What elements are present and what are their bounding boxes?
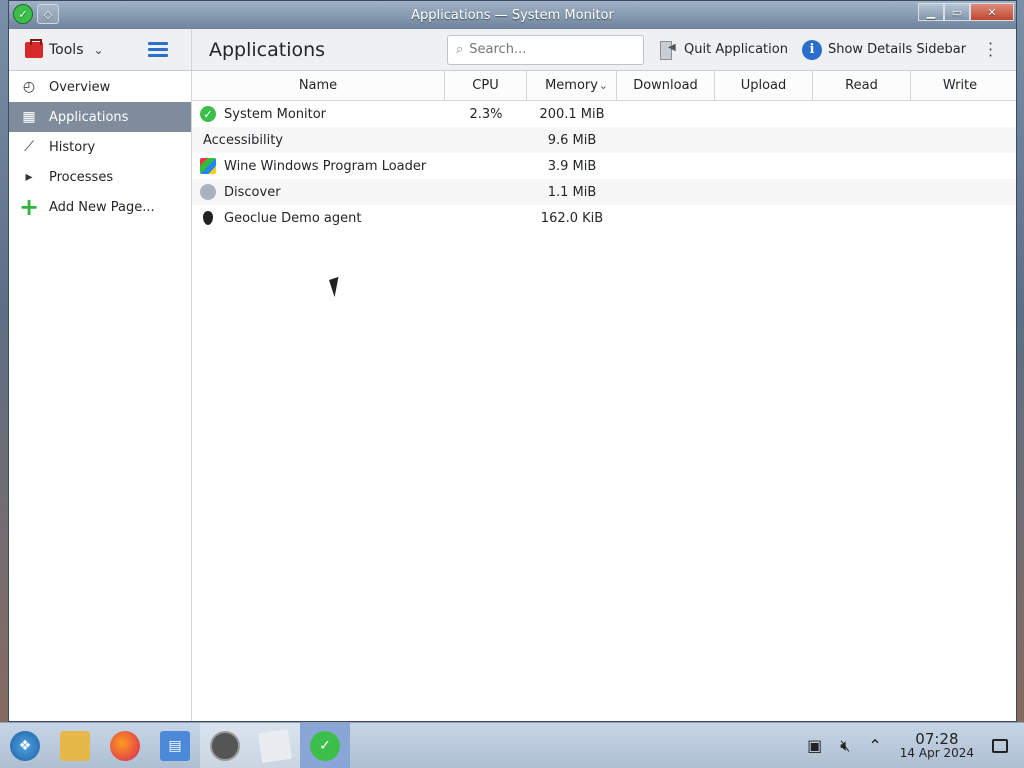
toolbox-icon [25, 38, 43, 58]
sidebar-item-processes[interactable]: ▸ Processes [9, 162, 191, 192]
hamburger-menu-icon[interactable] [147, 42, 168, 57]
title-bar[interactable]: ✓ ◇ Applications — System Monitor ▁ ▭ ✕ [9, 1, 1016, 29]
taskbar-blank-app[interactable] [250, 722, 300, 768]
keep-above-icon[interactable]: ◇ [37, 4, 59, 24]
column-header-download[interactable]: Download [617, 71, 715, 100]
column-header-name[interactable]: Name [192, 71, 445, 100]
quit-icon [658, 40, 678, 60]
row-memory: 1.1 MiB [547, 184, 597, 200]
system-monitor-window: ✓ ◇ Applications — System Monitor ▁ ▭ ✕ … [8, 0, 1017, 722]
row-name: Accessibility [203, 132, 283, 148]
file-manager-icon [60, 730, 90, 761]
taskbar-compass[interactable] [200, 722, 250, 768]
search-input[interactable] [469, 42, 630, 57]
row-name: Discover [224, 184, 281, 200]
table-header: Name CPU Memory ⌄ Download Upload Read W… [192, 71, 1016, 101]
row-memory: 162.0 KiB [540, 210, 604, 226]
quit-label: Quit Application [684, 42, 788, 57]
compass-icon [210, 730, 240, 761]
start-menu-button[interactable]: ❖ [0, 723, 50, 768]
gauge-icon: ◴ [22, 79, 36, 95]
wine-icon [200, 158, 216, 174]
show-details-sidebar-button[interactable]: i Show Details Sidebar [801, 39, 967, 60]
system-monitor-icon: ✓ [310, 730, 340, 761]
row-memory: 3.9 MiB [547, 158, 597, 174]
show-desktop-icon[interactable] [992, 738, 1008, 753]
firefox-icon [110, 730, 140, 761]
system-monitor-icon: ✓ [200, 106, 216, 122]
sidebar-item-label: Add New Page... [49, 199, 155, 215]
sidebar-item-applications[interactable]: ▦ Applications [9, 102, 191, 132]
row-name: Geoclue Demo agent [224, 210, 362, 226]
column-header-cpu[interactable]: CPU [445, 71, 527, 100]
close-button[interactable]: ✕ [970, 3, 1014, 21]
network-icon: ▤ [160, 730, 190, 761]
sidebar-item-label: History [49, 139, 96, 155]
search-field[interactable]: ⌕ [447, 34, 644, 65]
terminal-icon: ▸ [25, 169, 33, 185]
row-cpu [445, 205, 527, 231]
table-row[interactable]: Accessibility 9.6 MiB [192, 127, 1016, 153]
table-row[interactable]: Discover 1.1 MiB [192, 179, 1016, 205]
sidebar-item-overview[interactable]: ◴ Overview [9, 72, 191, 102]
column-header-upload[interactable]: Upload [715, 71, 813, 100]
table-row[interactable]: Wine Windows Program Loader 3.9 MiB [192, 153, 1016, 179]
discover-icon [200, 184, 216, 200]
row-name: System Monitor [224, 106, 327, 122]
table-row[interactable]: ✓ System Monitor 2.3% 200.1 MiB [192, 101, 1016, 127]
sidebar-item-label: Processes [49, 169, 114, 185]
row-cpu: 2.3% [469, 106, 503, 122]
volume-muted-icon[interactable]: 🔇︎ [840, 736, 850, 756]
sidebar-item-label: Applications [49, 109, 129, 125]
tools-label: Tools [49, 41, 84, 58]
table-row[interactable]: Geoclue Demo agent 162.0 KiB [192, 205, 1016, 231]
quit-application-button[interactable]: Quit Application [658, 40, 788, 60]
row-cpu [445, 153, 527, 179]
applications-table: Name CPU Memory ⌄ Download Upload Read W… [192, 71, 1016, 721]
app-menu-icon[interactable]: ✓ [13, 4, 33, 24]
chevron-up-icon[interactable]: ⌃ [868, 736, 881, 755]
details-label: Show Details Sidebar [827, 42, 967, 57]
search-icon: ⌕ [456, 42, 464, 57]
page-title: Applications [209, 38, 326, 61]
column-header-memory-label: Memory [545, 78, 598, 93]
clock-date: 14 Apr 2024 [899, 745, 974, 760]
taskbar-system-monitor[interactable]: ✓ [300, 722, 350, 768]
sidebar: ◴ Overview ▦ Applications ⟋ History ▸ Pr… [9, 71, 192, 721]
row-name: Wine Windows Program Loader [224, 158, 427, 174]
chart-icon: ⟋ [24, 139, 34, 155]
column-header-read[interactable]: Read [813, 71, 911, 100]
maximize-button[interactable]: ▭ [944, 3, 970, 21]
clock[interactable]: 07:28 14 Apr 2024 [899, 729, 974, 760]
sidebar-item-add-new-page[interactable]: + Add New Page... [9, 192, 191, 222]
toolbar: Tools ⌄ Applications ⌕ Quit Application … [9, 29, 1016, 71]
geoclue-icon [200, 210, 216, 226]
taskbar-firefox[interactable] [100, 723, 150, 768]
taskbar-network[interactable]: ▤ [150, 723, 200, 768]
column-header-memory[interactable]: Memory ⌄ [527, 71, 617, 100]
grid-icon: ▦ [22, 109, 36, 125]
system-tray: ▣ 🔇︎ ⌃ 07:28 14 Apr 2024 [807, 729, 1024, 760]
row-cpu [445, 127, 527, 153]
clock-time: 07:28 [915, 729, 959, 748]
row-cpu [445, 179, 527, 205]
clipboard-icon[interactable]: ▣ [807, 736, 822, 755]
row-memory: 9.6 MiB [547, 132, 597, 148]
more-options-icon[interactable]: · · · [988, 35, 993, 63]
plus-icon: + [18, 193, 40, 221]
sidebar-item-history[interactable]: ⟋ History [9, 132, 191, 162]
minimize-button[interactable]: ▁ [918, 3, 944, 21]
start-menu-icon: ❖ [10, 730, 40, 761]
row-memory: 200.1 MiB [539, 106, 605, 122]
chevron-down-icon: ⌄ [93, 42, 104, 57]
sidebar-item-label: Overview [49, 79, 111, 95]
blank-app-icon [258, 728, 292, 763]
column-header-write[interactable]: Write [911, 71, 1009, 100]
window-title: Applications — System Monitor [411, 7, 614, 23]
taskbar-file-manager[interactable] [50, 723, 100, 768]
info-icon: i [801, 39, 822, 60]
taskbar: ❖ ▤ ✓ ▣ 🔇︎ ⌃ 07:28 14 Apr 2024 [0, 722, 1024, 768]
sort-descending-icon: ⌄ [598, 79, 608, 92]
tools-menu-button[interactable]: Tools ⌄ [9, 29, 192, 70]
